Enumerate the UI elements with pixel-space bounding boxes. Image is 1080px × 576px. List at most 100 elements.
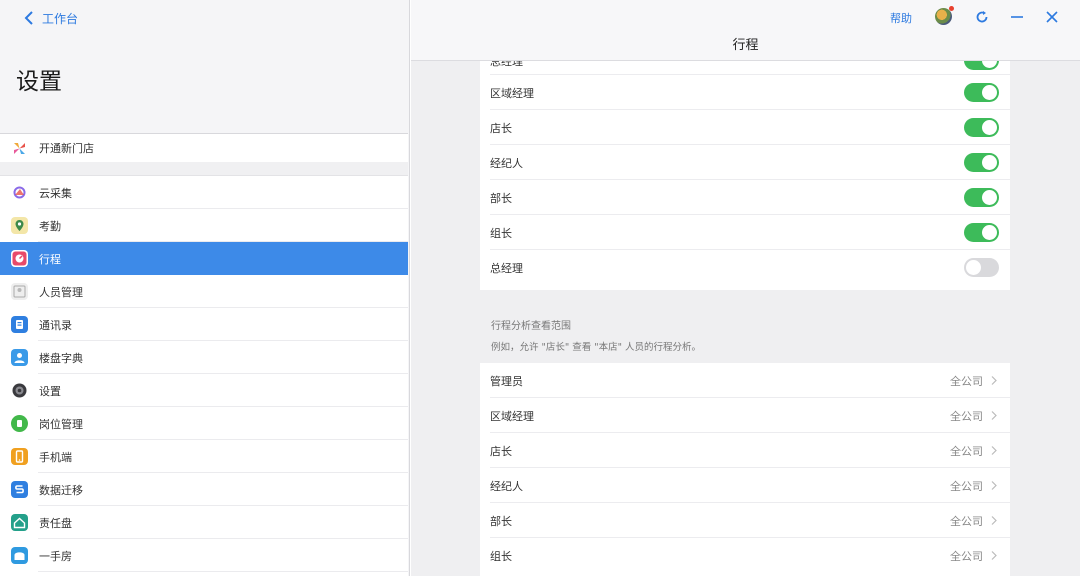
scope-row[interactable]: 经纪人 全公司 (480, 468, 1010, 503)
mobile-icon (11, 448, 28, 465)
scope-value: 全公司 (950, 549, 983, 563)
chevron-left-icon (24, 11, 33, 25)
toggle-row: 总经理 (480, 61, 1010, 75)
scope-value: 全公司 (950, 479, 983, 493)
sidebar-item-cloud-collect[interactable]: 云采集 (0, 176, 408, 209)
minimize-button[interactable] (1010, 10, 1024, 24)
pinwheel-icon (11, 140, 28, 157)
sidebar-item-label: 手机端 (39, 450, 72, 464)
chevron-right-icon (990, 480, 998, 491)
chevron-right-icon (990, 410, 998, 421)
sidebar-item-data-migrate[interactable]: 数据迁移 (0, 473, 408, 506)
section-divider (0, 162, 408, 176)
row-label: 组长 (490, 549, 512, 563)
settings-menu: 开通新门店 云采集 考勤 行程 人员管理 通讯录 楼盘字典 设置 岗位管理 手机… (0, 133, 408, 576)
row-label: 管理员 (490, 374, 523, 388)
scope-row[interactable]: 组长 全公司 (480, 538, 1010, 573)
scope-value: 全公司 (950, 409, 983, 423)
scope-card: 管理员 全公司 区域经理 全公司 店长 全公司 经纪人 全公司 部长 全公司 组… (480, 363, 1010, 576)
sidebar-item-label: 设置 (39, 384, 61, 398)
sidebar-item-label: 行程 (39, 252, 61, 266)
row-label: 区域经理 (490, 86, 534, 100)
sidebar-item-building-dict[interactable]: 楼盘字典 (0, 341, 408, 374)
back-label: 工作台 (42, 11, 79, 26)
sidebar-item-attendance[interactable]: 考勤 (0, 209, 408, 242)
new-house-icon (11, 547, 28, 564)
contacts-icon (11, 316, 28, 333)
sidebar-item-label: 开通新门店 (39, 142, 94, 155)
toggle-row: 组长 (480, 215, 1010, 250)
settings-icon (11, 382, 28, 399)
position-icon (11, 415, 28, 432)
chevron-right-icon (990, 515, 998, 526)
back-button[interactable]: 工作台 (24, 9, 78, 27)
toggle-row: 部长 (480, 180, 1010, 215)
toggle-switch[interactable] (964, 83, 999, 102)
row-label: 部长 (490, 514, 512, 528)
row-label: 部长 (490, 191, 512, 205)
toggle-switch[interactable] (964, 153, 999, 172)
toggle-switch[interactable] (964, 61, 999, 70)
sidebar-item-new-house[interactable]: 一手房 (0, 539, 408, 572)
people-icon (11, 283, 28, 300)
toggle-switch[interactable] (964, 188, 999, 207)
sidebar-item-mobile[interactable]: 手机端 (0, 440, 408, 473)
scope-row[interactable]: 部长 全公司 (480, 503, 1010, 538)
sidebar-item-label: 通讯录 (39, 318, 72, 332)
top-bar: 行程 帮助 (411, 0, 1080, 61)
attendance-icon (11, 217, 28, 234)
sidebar-item-responsibility[interactable]: 责任盘 (0, 506, 408, 539)
chevron-right-icon (990, 550, 998, 561)
data-migrate-icon (11, 481, 28, 498)
sidebar-item-itinerary[interactable]: 行程 (0, 242, 408, 275)
toggle-switch[interactable] (964, 223, 999, 242)
row-label: 总经理 (490, 261, 523, 275)
sidebar-item-label: 数据迁移 (39, 483, 83, 497)
left-panel: 工作台 设置 开通新门店 云采集 考勤 行程 人员管理 通讯录 楼盘字典 设置 … (0, 0, 410, 576)
row-label: 店长 (490, 121, 512, 135)
toggle-row: 店长 (480, 110, 1010, 145)
help-link[interactable]: 帮助 (890, 10, 912, 26)
toggle-row: 总经理 (480, 250, 1010, 285)
sidebar-item-label: 岗位管理 (39, 417, 83, 431)
row-label: 经纪人 (490, 156, 523, 170)
notification-dot (949, 6, 954, 11)
sidebar-item-label: 人员管理 (39, 285, 83, 299)
scope-value: 全公司 (950, 374, 983, 388)
sidebar-item-people[interactable]: 人员管理 (0, 275, 408, 308)
detail-title: 行程 (732, 38, 759, 53)
chevron-right-icon (990, 445, 998, 456)
sidebar-item-open-store[interactable]: 开通新门店 (0, 134, 408, 162)
minimize-icon (1011, 16, 1023, 18)
section-description: 例如，允许 "店长" 查看 "本店" 人员的行程分析。 (491, 342, 702, 353)
sidebar-item-position[interactable]: 岗位管理 (0, 407, 408, 440)
sidebar-item-label: 云采集 (39, 186, 72, 200)
chevron-right-icon (990, 375, 998, 386)
row-label: 区域经理 (490, 409, 534, 423)
sidebar-item-label: 责任盘 (39, 516, 72, 530)
page-title: 设置 (16, 69, 62, 95)
toggle-switch[interactable] (964, 258, 999, 277)
close-button[interactable] (1045, 10, 1059, 24)
toggle-row: 经纪人 (480, 145, 1010, 180)
app-window: 工作台 设置 开通新门店 云采集 考勤 行程 人员管理 通讯录 楼盘字典 设置 … (0, 0, 1080, 576)
close-icon (1046, 11, 1058, 23)
row-label: 组长 (490, 226, 512, 240)
toggle-switch[interactable] (964, 118, 999, 137)
right-panel: 行程 帮助 总经理 区域经理 店长 经纪人 部长 组长 总经理 行程分析查看范围… (411, 0, 1080, 576)
building-dict-icon (11, 349, 28, 366)
row-label: 店长 (490, 444, 512, 458)
scope-row[interactable]: 管理员 全公司 (480, 363, 1010, 398)
sidebar-item-contacts[interactable]: 通讯录 (0, 308, 408, 341)
responsibility-icon (11, 514, 28, 531)
refresh-button[interactable] (975, 10, 989, 24)
scope-row[interactable]: 区域经理 全公司 (480, 398, 1010, 433)
scope-value: 全公司 (950, 514, 983, 528)
row-label: 经纪人 (490, 479, 523, 493)
scope-value: 全公司 (950, 444, 983, 458)
scope-row[interactable]: 店长 全公司 (480, 433, 1010, 468)
sidebar-item-label: 考勤 (39, 219, 61, 233)
sidebar-item-settings[interactable]: 设置 (0, 374, 408, 407)
row-label: 总经理 (490, 61, 523, 68)
toggle-row: 区域经理 (480, 75, 1010, 110)
